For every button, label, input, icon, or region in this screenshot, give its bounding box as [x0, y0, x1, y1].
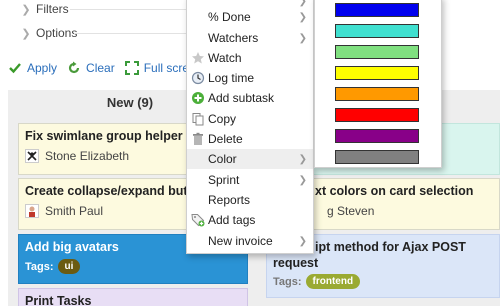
menu-item-label: New invoice: [208, 234, 273, 248]
chevron-right-icon: ❯: [298, 174, 307, 186]
reload-icon: [67, 61, 81, 75]
clear-label: Clear: [86, 61, 115, 75]
clock-icon: [191, 71, 205, 85]
chevron-right-icon: ❯: [298, 0, 307, 7]
menu-item-add-subtask[interactable]: Add subtask: [187, 88, 313, 108]
copy-icon: [191, 112, 205, 126]
menu-item-log-time[interactable]: Log time: [187, 68, 313, 88]
menu-item-label: % Done: [208, 10, 251, 24]
trash-icon: [191, 132, 205, 146]
chevron-right-icon: ❯: [298, 32, 307, 44]
chevron-right-icon: ❯: [21, 27, 31, 40]
menu-item-delete[interactable]: Delete: [187, 129, 313, 149]
filters-label: Filters: [36, 2, 69, 16]
color-swatch-turquoise[interactable]: [335, 24, 419, 38]
color-swatch-blue[interactable]: [335, 3, 419, 17]
chevron-right-icon: ❯: [21, 3, 31, 16]
avatar: [25, 149, 39, 163]
card-title: Print Tasks: [25, 294, 92, 306]
menu-item-label: Watchers: [208, 31, 259, 45]
avatar: [25, 204, 39, 218]
menu-item-add-tags[interactable]: Add tags: [187, 210, 313, 230]
menu-item-label: Sprint: [208, 173, 240, 187]
menu-item-watch[interactable]: Watch: [187, 48, 313, 68]
card-context-menu: ❯ % Done ❯ Watchers ❯ Watch Log time Add…: [186, 0, 314, 254]
card-title-continued: request: [273, 256, 319, 270]
divider: [70, 9, 186, 10]
menu-item-label: Add tags: [208, 213, 256, 227]
filters-toggle[interactable]: ❯ Filters: [0, 0, 69, 21]
options-label: Options: [36, 26, 78, 40]
menu-item-color[interactable]: Color ❯: [187, 149, 313, 169]
query-actions: Apply Clear Full screen: [0, 56, 202, 80]
color-swatch-red[interactable]: [335, 108, 419, 122]
menu-item-label: Color: [208, 152, 237, 166]
menu-item-label: Reports: [208, 193, 251, 207]
assignee-name: Stone Elizabeth: [45, 149, 130, 163]
menu-item-reports[interactable]: Reports: [187, 190, 313, 210]
apply-button[interactable]: Apply: [8, 61, 57, 75]
color-swatch-light-green[interactable]: [335, 45, 419, 59]
menu-item-label: Add subtask: [208, 91, 275, 105]
tags-label: Tags:: [25, 260, 54, 273]
tag-add-icon: [191, 213, 205, 227]
check-icon: [8, 61, 22, 75]
menu-item-new-invoice[interactable]: New invoice ❯: [187, 231, 313, 251]
apply-label: Apply: [27, 61, 58, 75]
chevron-right-icon: ❯: [298, 153, 307, 165]
clear-button[interactable]: Clear: [67, 61, 115, 75]
star-icon: [191, 51, 205, 65]
options-toggle[interactable]: ❯ Options: [0, 21, 77, 45]
add-icon: [191, 91, 205, 105]
fullscreen-icon: [124, 61, 139, 75]
menu-item-copy[interactable]: Copy: [187, 109, 313, 129]
chevron-right-icon: ❯: [298, 235, 307, 247]
color-palette-submenu: [314, 0, 442, 168]
menu-item-label: Copy: [208, 112, 237, 126]
tag-badge[interactable]: ui: [57, 259, 81, 274]
card-tags: Tags: frontend: [273, 274, 493, 289]
color-swatch-purple[interactable]: [335, 129, 419, 143]
menu-item-percent-done[interactable]: % Done ❯: [187, 7, 313, 27]
color-swatch-gray[interactable]: [335, 150, 419, 164]
tag-badge[interactable]: frontend: [305, 274, 361, 289]
card-tags: Tags: ui: [25, 259, 241, 274]
color-swatch-orange[interactable]: [335, 87, 419, 101]
divider: [74, 33, 186, 34]
assignee-name: Smith Paul: [45, 204, 104, 218]
menu-item-watchers[interactable]: Watchers ❯: [187, 28, 313, 48]
menu-item-label: Log time: [208, 71, 255, 85]
menu-item-label: Delete: [208, 132, 243, 146]
color-swatch-yellow[interactable]: [335, 66, 419, 80]
menu-item-label: Watch: [208, 51, 242, 65]
menu-item-sprint[interactable]: Sprint ❯: [187, 170, 313, 190]
issue-card[interactable]: Print Tasks: [18, 288, 248, 306]
chevron-right-icon: ❯: [298, 11, 307, 23]
tags-label: Tags:: [273, 275, 302, 288]
